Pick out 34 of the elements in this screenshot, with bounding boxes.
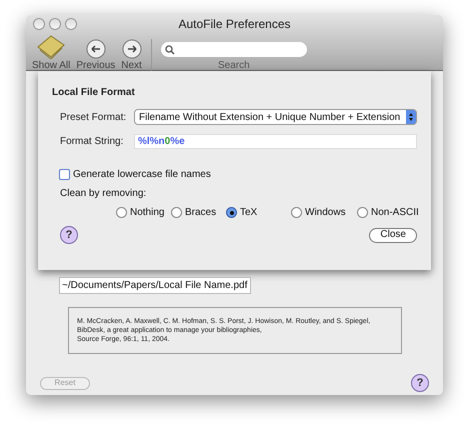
help-button[interactable]: ? bbox=[60, 226, 78, 244]
checkbox[interactable] bbox=[59, 169, 70, 180]
search-field[interactable] bbox=[160, 42, 307, 57]
section-title: Local File Format bbox=[52, 86, 136, 100]
preset-dropdown[interactable]: Filename Without Extension + Unique Number + Extension bbox=[134, 109, 417, 125]
radio-label: TeX bbox=[240, 206, 258, 220]
radio-label: Nothing bbox=[130, 206, 164, 220]
field-label: Preset Format: bbox=[60, 110, 128, 124]
field-label: Format String: bbox=[60, 135, 124, 149]
help-button[interactable]: ? bbox=[411, 374, 429, 392]
radio-label: Non-ASCII bbox=[371, 206, 419, 220]
window-control-button[interactable] bbox=[33, 18, 45, 30]
window-control-button[interactable] bbox=[49, 18, 61, 30]
path-field[interactable]: ~/Documents/Papers/Local File Name.pdf bbox=[59, 277, 251, 294]
radio-label: Braces bbox=[185, 206, 216, 220]
search-label: Search bbox=[218, 61, 250, 71]
radio-button[interactable] bbox=[291, 207, 302, 218]
clean-label: Clean by removing: bbox=[59, 187, 148, 201]
window-control-button[interactable] bbox=[65, 18, 77, 30]
book-icon bbox=[36, 33, 66, 59]
radio-button[interactable] bbox=[226, 207, 237, 218]
search-icon bbox=[164, 44, 175, 54]
radio-label: Windows bbox=[305, 206, 346, 220]
radio-button[interactable] bbox=[171, 207, 182, 218]
window-title: AutoFile Preferences bbox=[178, 16, 291, 33]
toolbar-button[interactable]: Previous bbox=[76, 39, 116, 71]
format-string-field[interactable]: %l%n0%e bbox=[134, 134, 417, 149]
radio-button[interactable] bbox=[116, 207, 127, 218]
checkbox-label: Generate lowercase file names bbox=[73, 168, 211, 182]
toolbar-button[interactable]: Next bbox=[121, 39, 142, 71]
stepper-icon bbox=[406, 110, 416, 124]
close-button[interactable]: Close bbox=[369, 228, 417, 242]
radio-button[interactable] bbox=[357, 207, 368, 218]
toolbar-button[interactable]: Show All bbox=[32, 33, 70, 71]
